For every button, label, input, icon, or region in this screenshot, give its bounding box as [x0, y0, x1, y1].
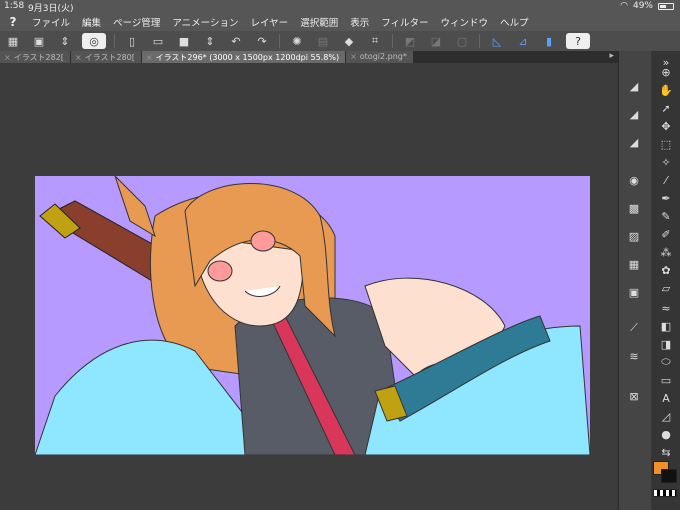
sub-tool-icon-1[interactable]: ◢: [625, 79, 643, 93]
save-icon[interactable]: ■: [175, 33, 193, 49]
menu-bar: ? ファイル 編集 ページ管理 アニメーション レイヤー 選択範囲 表示 フィル…: [0, 13, 680, 31]
gradient-icon[interactable]: ◨: [657, 337, 675, 351]
menu-help[interactable]: ヘルプ: [494, 15, 535, 29]
close-icon[interactable]: ×: [350, 52, 357, 61]
tool-property-column: ◢ ◢ ◢ ◉ ▩ ▨ ▦ ▣ ⟋ ≋ ⊠: [619, 51, 651, 510]
frame-icon[interactable]: ▭: [657, 373, 675, 387]
color-set-icon[interactable]: ▩: [625, 201, 643, 215]
eyedropper-icon[interactable]: ⁄: [657, 173, 675, 187]
move-layer-icon[interactable]: ✥: [657, 119, 675, 133]
fill-bucket-icon[interactable]: ◧: [657, 319, 675, 333]
brush-icon[interactable]: ✐: [657, 227, 675, 241]
menu-view[interactable]: 表示: [344, 15, 375, 29]
transform-icon[interactable]: ⌗: [366, 33, 384, 49]
operation-icon[interactable]: ➚: [657, 101, 675, 115]
fill-icon[interactable]: ◆: [340, 33, 358, 49]
close-icon[interactable]: ×: [4, 53, 11, 62]
blend-icon[interactable]: ≈: [657, 301, 675, 315]
menu-layer[interactable]: レイヤー: [244, 15, 294, 29]
tab-otogi2[interactable]: × otogi2.png*: [346, 51, 413, 63]
help-icon[interactable]: ?: [566, 33, 590, 49]
battery-icon: [658, 2, 674, 10]
close-icon[interactable]: ×: [146, 53, 153, 62]
menu-filter[interactable]: フィルター: [375, 15, 434, 29]
tool-column: » ⊕ ✋ ➚ ✥ ⬚ ✧ ⁄ ✒ ✎ ✐ ⁂ ✿ ▱ ≈ ◧ ◨ ⬭ ▭ A …: [651, 51, 680, 510]
open-file-icon[interactable]: ▭: [149, 33, 167, 49]
close-icon[interactable]: ×: [75, 53, 82, 62]
loading-icon[interactable]: ✺: [288, 33, 306, 49]
wifi-icon: ◠: [620, 1, 628, 11]
hand-icon[interactable]: ✋: [657, 83, 675, 97]
menu-edit[interactable]: 編集: [76, 15, 107, 29]
app-logo-icon[interactable]: ?: [0, 15, 26, 29]
special-ruler-icon[interactable]: ⊿: [514, 33, 532, 49]
text-icon[interactable]: A: [657, 391, 675, 405]
camera-icon[interactable]: ▣: [30, 33, 48, 49]
layer-list-icon[interactable]: ≋: [625, 349, 643, 363]
decoration-icon[interactable]: ✿: [657, 263, 675, 277]
redo-icon[interactable]: ↷: [253, 33, 271, 49]
zoom-icon[interactable]: ⊕: [657, 65, 675, 79]
transparent-color-swatch[interactable]: [653, 489, 677, 497]
right-panel: ◢ ◢ ◢ ◉ ▩ ▨ ▦ ▣ ⟋ ≋ ⊠ » ⊕ ✋ ➚ ✥ ⬚ ✧ ⁄ ✒ …: [618, 51, 680, 510]
navigator-icon[interactable]: ⊠: [625, 389, 643, 403]
pencil-icon[interactable]: ✎: [657, 209, 675, 223]
canvas[interactable]: [35, 176, 590, 455]
command-bar: ▦ ▣ ⇕ ◎ ▯ ▭ ■ ⇕ ↶ ↷ ✺ ▤ ◆ ⌗ ◩ ◪ ▢ ◺ ⊿ ▮ …: [0, 31, 680, 51]
tab-illust-296[interactable]: × イラスト296* (3000 x 1500px 1200dpi 55.8%): [141, 51, 346, 63]
scroll-arrows-icon[interactable]: ⇕: [56, 33, 74, 49]
clear-icon[interactable]: ▤: [314, 33, 332, 49]
correct-line-icon[interactable]: ●: [657, 427, 675, 441]
tabs-menu-icon[interactable]: ▸: [609, 51, 614, 61]
document-tabs: × イラスト282[ × イラスト280[ × イラスト296* (3000 x 15…: [0, 51, 618, 63]
battery-percent: 49%: [632, 1, 653, 11]
sub-color-swatch[interactable]: [661, 469, 677, 483]
color-history-icon[interactable]: ▦: [625, 257, 643, 271]
color-wheel-icon[interactable]: ◉: [625, 173, 643, 187]
selection-icon[interactable]: ⬚: [657, 137, 675, 151]
selection-box-icon[interactable]: ▢: [453, 33, 471, 49]
illustration: [35, 176, 590, 455]
ruler-snap-icon[interactable]: ◺: [488, 33, 506, 49]
figure-icon[interactable]: ⬭: [657, 355, 675, 369]
menu-selection[interactable]: 選択範囲: [294, 15, 344, 29]
dropdown-arrows-icon[interactable]: ⇕: [201, 33, 219, 49]
status-time: 1:58: [4, 1, 25, 11]
pen-pressure-icon[interactable]: ▮: [540, 33, 558, 49]
menu-page[interactable]: ページ管理: [107, 15, 166, 29]
undo-icon[interactable]: ↶: [227, 33, 245, 49]
deselect-icon[interactable]: ◩: [401, 33, 419, 49]
auto-select-icon[interactable]: ✧: [657, 155, 675, 169]
right-eye: [250, 230, 276, 252]
ruler-icon[interactable]: ◿: [657, 409, 675, 423]
invert-selection-icon[interactable]: ◪: [427, 33, 445, 49]
approx-color-icon[interactable]: ▣: [625, 285, 643, 299]
status-bar: 1:58 9月3日(火) ◠ 49%: [0, 0, 680, 14]
sub-tool-icon-2[interactable]: ◢: [625, 107, 643, 121]
menu-window[interactable]: ウィンドウ: [435, 15, 495, 29]
pen-icon[interactable]: ✒: [657, 191, 675, 205]
menu-file[interactable]: ファイル: [26, 15, 76, 29]
tab-illust-280[interactable]: × イラスト280[: [70, 51, 141, 63]
workspace: [0, 63, 618, 510]
sub-tool-icon-3[interactable]: ◢: [625, 135, 643, 149]
eraser-icon[interactable]: ▱: [657, 281, 675, 295]
spiral-icon[interactable]: ◎: [82, 33, 106, 49]
layer-property-icon[interactable]: ⟋: [625, 321, 643, 335]
intermediate-color-icon[interactable]: ▨: [625, 229, 643, 243]
new-file-icon[interactable]: ▯: [123, 33, 141, 49]
left-eye: [207, 260, 233, 282]
grid-menu-icon[interactable]: ▦: [4, 33, 22, 49]
menu-animation[interactable]: アニメーション: [166, 15, 244, 29]
status-right: ◠ 49%: [620, 1, 674, 11]
airbrush-icon[interactable]: ⁂: [657, 245, 675, 259]
swap-colors-icon[interactable]: ⇆: [657, 445, 675, 459]
tab-illust-282[interactable]: × イラスト282[: [0, 51, 70, 63]
